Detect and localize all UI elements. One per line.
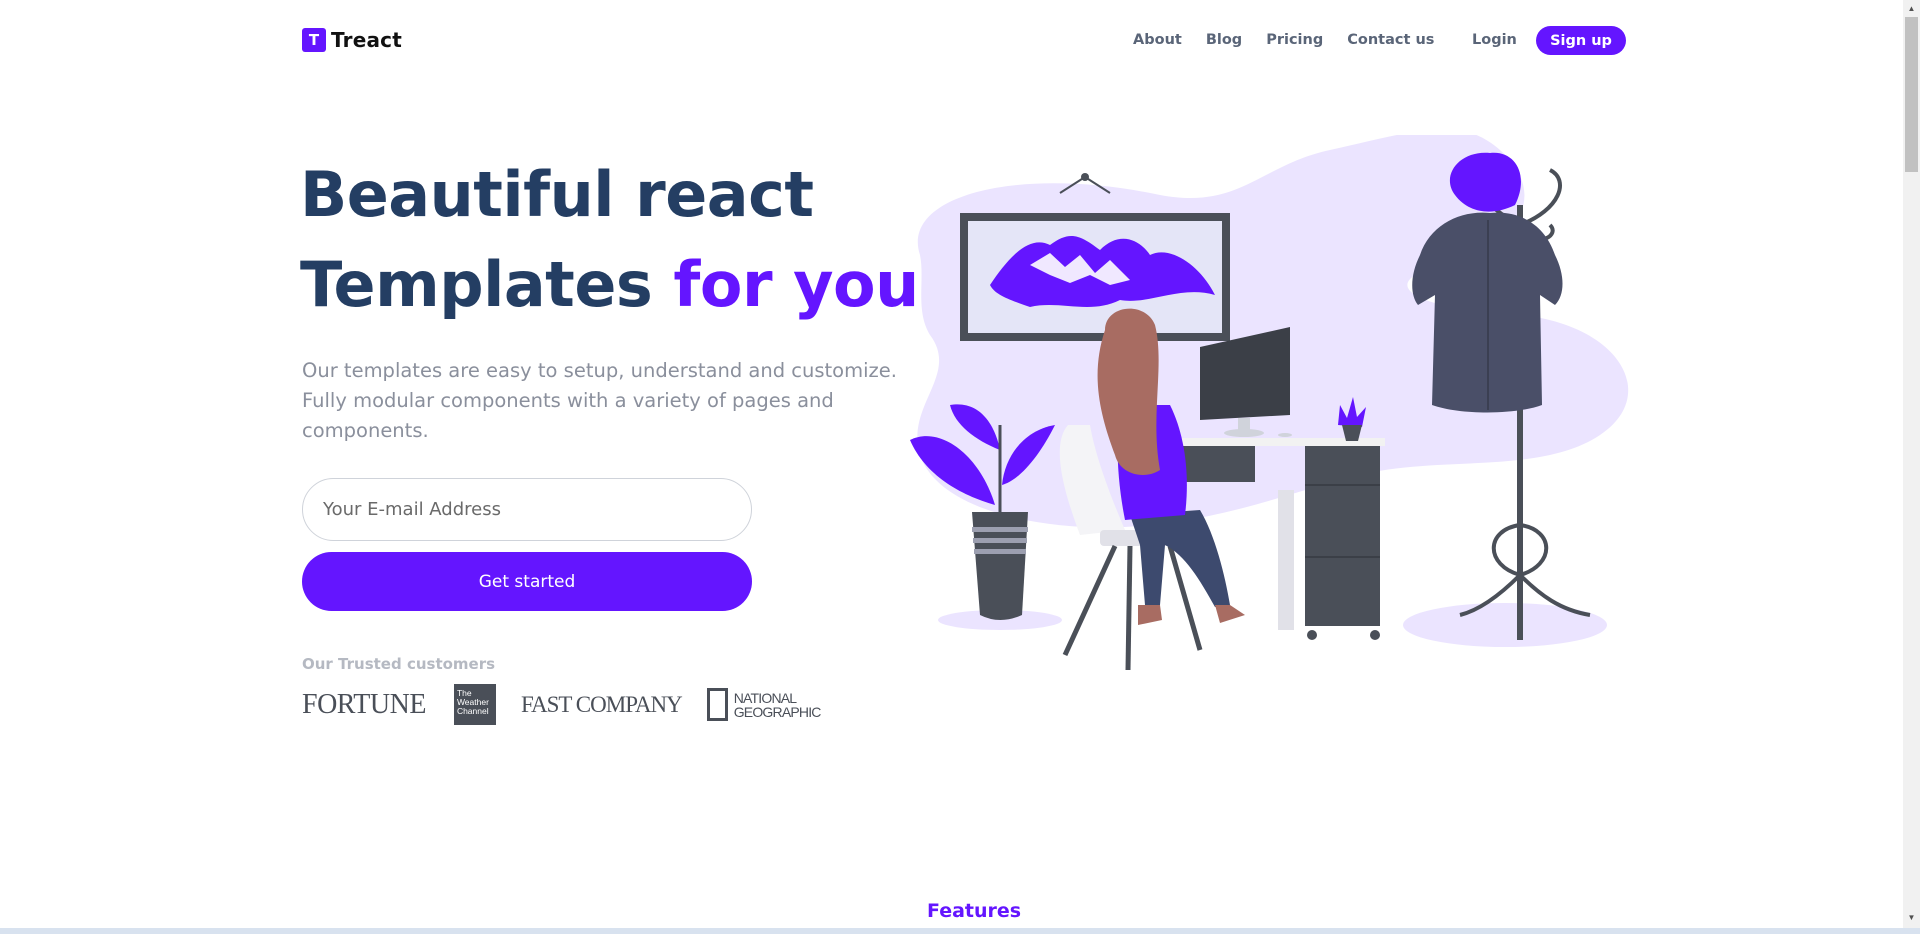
bottom-edge-strip <box>0 928 1920 934</box>
vertical-scrollbar[interactable]: ▲ ▼ <box>1903 0 1920 934</box>
logo-letter: T <box>308 31 320 49</box>
customer-logos: FORTUNE The Weather Channel FAST COMPANY… <box>302 684 821 725</box>
brand-logo[interactable]: T Treact <box>302 28 402 52</box>
email-input[interactable] <box>302 478 752 541</box>
scroll-thumb[interactable] <box>1905 17 1918 172</box>
natgeo-line1: NATIONAL <box>733 689 797 706</box>
pot-stripe-1 <box>972 527 1028 532</box>
logo-mark-icon: T <box>302 28 326 52</box>
desk-cabinet <box>1305 446 1380 626</box>
features-heading: Features <box>927 900 1022 922</box>
chair-leg-2 <box>1125 545 1133 671</box>
trusted-customers-label: Our Trusted customers <box>302 655 496 673</box>
desk-leg-left <box>1278 490 1294 630</box>
scroll-down-arrow-icon[interactable]: ▼ <box>1903 909 1920 926</box>
main-nav: About Blog Pricing Contact us <box>1133 32 1458 48</box>
get-started-button[interactable]: Get started <box>302 552 752 611</box>
hero-illustration <box>910 135 1629 671</box>
login-link[interactable]: Login <box>1472 32 1517 48</box>
hero-title-accent: for you <box>673 248 919 321</box>
cabinet-wheel-1 <box>1307 630 1317 640</box>
scroll-up-arrow-icon[interactable]: ▲ <box>1903 0 1920 17</box>
chair-leg-1 <box>1062 544 1118 657</box>
nav-pricing[interactable]: Pricing <box>1266 32 1323 48</box>
signup-button[interactable]: Sign up <box>1536 26 1626 55</box>
site-header: T Treact About Blog Pricing Contact us L… <box>0 0 1903 80</box>
pot-stripe-2 <box>973 538 1027 543</box>
hero-title-line2: Templates <box>300 248 653 321</box>
natgeo-line2: GEOGRAPHIC <box>733 703 822 720</box>
mouse <box>1278 433 1292 437</box>
nav-contact[interactable]: Contact us <box>1347 32 1434 48</box>
natgeo-wordmark: NATIONAL GEOGRAPHIC <box>733 689 822 720</box>
natgeo-frame-icon <box>706 688 728 721</box>
desk-drawer-left <box>1180 446 1255 482</box>
nav-blog[interactable]: Blog <box>1206 32 1242 48</box>
fast-company-logo: FAST COMPANY <box>520 691 683 717</box>
frame-nail <box>1081 173 1089 181</box>
hero-title-line1: Beautiful react <box>300 158 814 231</box>
nav-about[interactable]: About <box>1133 32 1182 48</box>
hero-title: Beautiful react Templates for you <box>300 150 919 330</box>
weather-channel-logo: The Weather Channel <box>453 684 496 725</box>
brand-name: Treact <box>331 28 402 52</box>
cabinet-wheel-2 <box>1370 630 1380 640</box>
floor-shadow-rack <box>1403 603 1607 647</box>
person-legs <box>1130 510 1230 607</box>
hero-description: Our templates are easy to setup, underst… <box>302 359 897 442</box>
monitor-base <box>1224 429 1264 437</box>
weather-logo-line3: Channel <box>456 706 489 716</box>
national-geographic-logo: NATIONAL GEOGRAPHIC <box>706 688 822 721</box>
pot-stripe-3 <box>974 549 1026 554</box>
fortune-logo: FORTUNE <box>302 688 426 720</box>
rack-base <box>1459 522 1591 617</box>
